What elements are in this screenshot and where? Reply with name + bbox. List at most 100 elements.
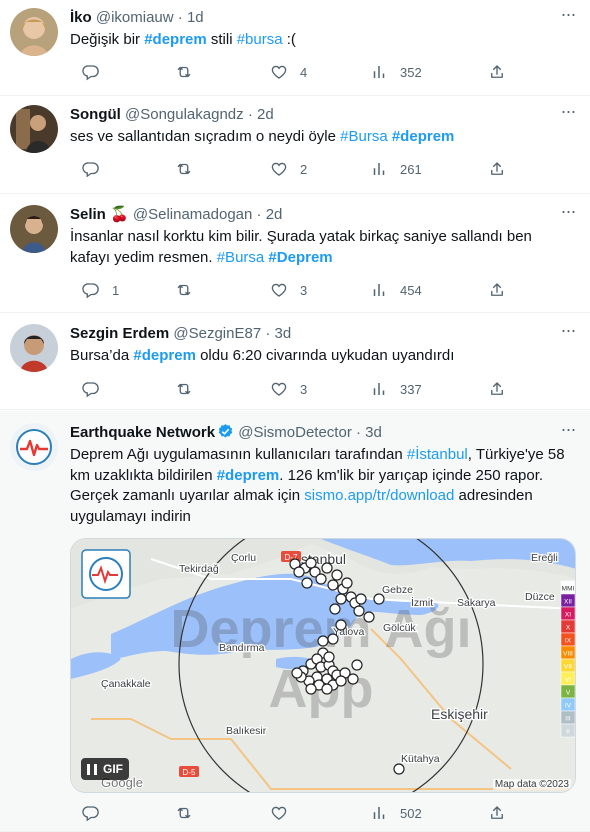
share-button[interactable]	[476, 159, 506, 179]
share-button[interactable]	[476, 379, 506, 399]
reply-icon	[82, 63, 100, 81]
city-label: Eskişehir	[431, 706, 488, 722]
user-handle[interactable]: @SezginE87	[173, 325, 261, 342]
tweet[interactable]: Selin 🍒 @Selinamadogan · 2d ··· İnsanlar n…	[0, 195, 590, 313]
hashtag-link[interactable]: #deprem	[217, 467, 280, 484]
like-button[interactable]	[258, 803, 300, 823]
views-button[interactable]: 502	[358, 803, 422, 823]
tweet-text: ses ve sallantıdan sıçradım o neydi öyle…	[70, 127, 570, 148]
hashtag-link[interactable]: #Bursa	[340, 128, 388, 145]
like-button[interactable]: 2	[258, 159, 307, 179]
retweet-icon	[175, 804, 193, 822]
views-count: 261	[400, 161, 422, 177]
intensity-label: MMI	[562, 586, 575, 593]
retweet-button[interactable]	[163, 159, 205, 179]
city-label: Sakarya	[457, 597, 496, 609]
tweet-timestamp[interactable]: · 3d	[356, 424, 382, 441]
user-handle[interactable]: @ikomiauw	[96, 9, 174, 26]
views-button[interactable]: 454	[358, 280, 422, 300]
share-button[interactable]	[476, 280, 506, 300]
hashtag-link[interactable]: #deprem	[133, 347, 196, 364]
avatar[interactable]	[10, 324, 58, 372]
intensity-label: XII	[564, 599, 572, 606]
avatar[interactable]	[10, 423, 58, 471]
analytics-icon	[370, 281, 388, 299]
replies-count: 1	[112, 282, 120, 298]
map-gif-media[interactable]: Deprem AğıAppTekirdağÇorluİstanbulEreğli…	[70, 538, 576, 793]
tweet-timestamp[interactable]: · 2d	[248, 106, 274, 123]
views-count: 337	[400, 381, 422, 397]
city-label: Gebze	[382, 584, 413, 596]
more-options-icon[interactable]: ···	[558, 321, 578, 346]
gif-pause-button[interactable]: GIF	[81, 758, 129, 780]
more-options-icon[interactable]: ···	[558, 420, 578, 445]
tweet[interactable]: İko @ikomiauw · 1d ··· Değişik bir #deprem…	[0, 0, 590, 96]
display-name[interactable]: Songül	[70, 106, 121, 123]
share-button[interactable]	[476, 803, 506, 823]
display-name[interactable]: Sezgin Erdem	[70, 325, 169, 342]
reply-button[interactable]	[70, 62, 112, 82]
tweet[interactable]: Sezgin Erdem @SezginE87 · 3d ··· Bursa’da …	[0, 314, 590, 410]
user-handle[interactable]: @Songulakagndz	[125, 106, 244, 123]
city-label: Balıkesir	[226, 725, 267, 737]
hashtag-link[interactable]: #Deprem	[268, 249, 332, 266]
reply-button[interactable]	[70, 379, 112, 399]
intensity-label: IX	[565, 638, 572, 645]
share-icon	[488, 804, 506, 822]
retweet-button[interactable]	[163, 803, 205, 823]
reply-icon	[82, 160, 100, 178]
tweet[interactable]: Earthquake Network @SismoDetector · 3d ··…	[0, 411, 590, 832]
avatar[interactable]	[10, 8, 58, 56]
avatar[interactable]	[10, 205, 58, 253]
heart-icon	[270, 63, 288, 81]
hashtag-link[interactable]: #Bursa	[217, 249, 265, 266]
hashtag-link[interactable]: #deprem	[392, 128, 455, 145]
tweet-header: Earthquake Network @SismoDetector · 3d	[70, 423, 382, 443]
tweet-timestamp[interactable]: · 3d	[265, 325, 291, 342]
report-marker	[323, 651, 335, 663]
text-segment: Değişik bir	[70, 31, 145, 48]
display-name[interactable]: Earthquake Network	[70, 424, 215, 441]
hashtag-link[interactable]: sismo.app/tr/download	[304, 487, 454, 504]
hashtag-link[interactable]: #bursa	[237, 31, 283, 48]
hashtag-link[interactable]: #deprem	[144, 31, 207, 48]
display-name[interactable]: İko	[70, 9, 92, 26]
views-button[interactable]: 261	[358, 159, 422, 179]
report-marker	[321, 683, 333, 695]
city-label: Gölcük	[383, 622, 416, 634]
hashtag-link[interactable]: #İstanbul	[407, 446, 468, 463]
like-button[interactable]: 3	[258, 280, 307, 300]
retweet-icon	[175, 63, 193, 81]
share-button[interactable]	[476, 62, 506, 82]
tweet[interactable]: Songül @Songulakagndz · 2d ··· ses ve sall…	[0, 97, 590, 194]
analytics-icon	[370, 804, 388, 822]
report-marker	[351, 659, 363, 671]
reply-button[interactable]	[70, 159, 112, 179]
intensity-label: VIII	[563, 651, 573, 658]
reply-button[interactable]	[70, 803, 112, 823]
display-name[interactable]: Selin 🍒	[70, 206, 129, 223]
user-handle[interactable]: @Selinamadogan	[133, 206, 252, 223]
report-marker	[305, 557, 317, 569]
likes-count: 3	[300, 282, 308, 298]
intensity-label: XI	[565, 612, 571, 619]
user-handle[interactable]: @SismoDetector	[238, 424, 352, 441]
views-count: 454	[400, 282, 422, 298]
report-marker	[353, 605, 365, 617]
tweet-timestamp[interactable]: · 1d	[178, 9, 204, 26]
more-options-icon[interactable]: ···	[558, 102, 578, 127]
like-button[interactable]: 4	[258, 62, 307, 82]
retweet-button[interactable]	[163, 280, 205, 300]
tweet-timestamp[interactable]: · 2d	[257, 206, 283, 223]
views-button[interactable]: 337	[358, 379, 422, 399]
reply-icon	[82, 804, 100, 822]
retweet-button[interactable]	[163, 379, 205, 399]
retweet-button[interactable]	[163, 62, 205, 82]
reply-button[interactable]: 1	[70, 280, 119, 300]
avatar[interactable]	[10, 105, 58, 153]
views-button[interactable]: 352	[358, 62, 422, 82]
more-options-icon[interactable]: ···	[558, 202, 578, 227]
like-button[interactable]: 3	[258, 379, 307, 399]
more-options-icon[interactable]: ···	[558, 5, 578, 30]
tweet-actions: 4 352	[70, 62, 510, 82]
